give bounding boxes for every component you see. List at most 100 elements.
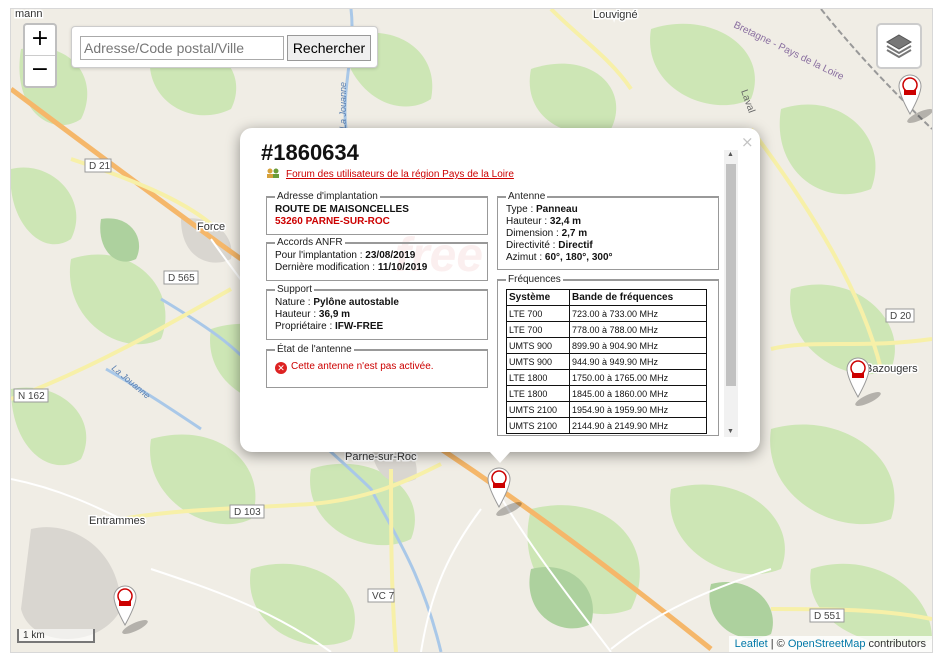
osm-link[interactable]: OpenStreetMap bbox=[788, 638, 866, 650]
place-label-force: Force bbox=[197, 221, 225, 233]
state-legend: État de l'antenne bbox=[277, 344, 352, 355]
place-label-bazougers: Bazougers bbox=[865, 363, 918, 375]
anfr-implant-label: Pour l'implantation : bbox=[275, 250, 366, 261]
frequency-row: UMTS 2100 2144.90 à 2149.90 MHz bbox=[506, 417, 707, 434]
users-icon bbox=[267, 168, 279, 178]
scroll-down-arrow-icon[interactable]: ▼ bbox=[727, 428, 734, 435]
frequencies-table: Système Bande de fréquences LTE 700 723.0… bbox=[506, 289, 707, 434]
road-shield-d103: D 103 bbox=[229, 504, 265, 519]
support-owner-label: Propriétaire : bbox=[275, 321, 336, 332]
address-street: ROUTE DE MAISONCELLES bbox=[275, 204, 409, 215]
frequency-cell-band: 2144.90 à 2149.90 MHz bbox=[569, 417, 707, 434]
scale-bar: 1 km bbox=[17, 629, 95, 643]
support-section: Support Nature : Pylône autostable Haute… bbox=[266, 284, 488, 340]
antenna-type-value: Panneau bbox=[536, 204, 578, 215]
frequency-row: UMTS 900 899.90 à 904.90 MHz bbox=[506, 337, 707, 354]
freq-header-band: Bande de fréquences bbox=[569, 289, 707, 306]
address-city: 53260 PARNE-SUR-ROC bbox=[275, 216, 390, 227]
map-frame: Force Parne-sur-Roc Entrammes Louvigné B… bbox=[10, 8, 933, 653]
frequency-row: LTE 700 778.00 à 788.00 MHz bbox=[506, 321, 707, 338]
search-box: Rechercher bbox=[71, 26, 378, 68]
antenna-id-title: #1860634 bbox=[261, 140, 359, 165]
forum-link[interactable]: Forum des utilisateurs de la région Pays… bbox=[266, 168, 514, 180]
place-label-parne: Parne-sur-Roc bbox=[345, 451, 417, 463]
road-shield-d551: D 551 bbox=[809, 608, 845, 623]
frequency-cell-system: UMTS 900 bbox=[506, 337, 570, 354]
frequency-row: LTE 1800 1750.00 à 1765.00 MHz bbox=[506, 369, 707, 386]
popup-close-button[interactable]: × bbox=[741, 133, 754, 151]
attribution-suffix: contributors bbox=[865, 638, 926, 650]
antenna-legend: Antenne bbox=[508, 191, 546, 202]
support-owner-value: IFW-FREE bbox=[335, 321, 384, 332]
frequency-cell-band: 778.00 à 788.00 MHz bbox=[569, 321, 707, 338]
support-nature-value: Pylône autostable bbox=[313, 297, 399, 308]
zoom-control: + − bbox=[23, 23, 57, 88]
frequency-cell-band: 899.90 à 904.90 MHz bbox=[569, 337, 707, 354]
address-section: Adresse d'implantation ROUTE DE MAISONCE… bbox=[266, 191, 488, 235]
frequency-cell-band: 1845.00 à 1860.00 MHz bbox=[569, 385, 707, 402]
road-shield-vc7: VC 7 bbox=[367, 588, 395, 603]
address-search-input[interactable] bbox=[80, 36, 284, 60]
svg-text:D 21: D 21 bbox=[89, 161, 111, 172]
antenna-dir-label: Directivité : bbox=[506, 240, 559, 251]
svg-text:D 565: D 565 bbox=[168, 273, 195, 284]
place-label-entrammes: Entrammes bbox=[89, 515, 146, 527]
frequency-cell-system: LTE 700 bbox=[506, 305, 570, 322]
frequency-cell-band: 723.00 à 733.00 MHz bbox=[569, 305, 707, 322]
frequency-row: LTE 700 723.00 à 733.00 MHz bbox=[506, 305, 707, 322]
road-shield-d20: D 20 bbox=[885, 308, 915, 323]
frequency-cell-system: LTE 1800 bbox=[506, 385, 570, 402]
frequency-cell-system: LTE 1800 bbox=[506, 369, 570, 386]
place-label-louvigne: Louvigné bbox=[593, 9, 638, 21]
anfr-modif-label: Dernière modification : bbox=[275, 262, 378, 273]
anfr-modif-value: 11/10/2019 bbox=[377, 262, 428, 273]
frequency-row: LTE 1800 1845.00 à 1860.00 MHz bbox=[506, 385, 707, 402]
frequency-cell-band: 1954.90 à 1959.90 MHz bbox=[569, 401, 707, 418]
antenna-dim-value: 2,7 m bbox=[561, 228, 588, 239]
antenna-height-value: 32,4 m bbox=[549, 216, 582, 227]
svg-text:N 162: N 162 bbox=[18, 391, 45, 402]
search-button[interactable]: Rechercher bbox=[287, 35, 371, 61]
popup-scrollbar[interactable]: ▲ ▼ bbox=[724, 150, 738, 437]
frequency-cell-band: 1750.00 à 1765.00 MHz bbox=[569, 369, 707, 386]
zoom-in-button[interactable]: + bbox=[25, 25, 55, 56]
popup-tip bbox=[489, 451, 511, 463]
layers-icon bbox=[886, 34, 912, 59]
zoom-out-button[interactable]: − bbox=[25, 56, 55, 86]
antenna-dim-label: Dimension : bbox=[506, 228, 562, 239]
road-shield-d21: D 21 bbox=[84, 158, 112, 173]
attribution-separator: | © bbox=[767, 638, 788, 650]
leaflet-link[interactable]: Leaflet bbox=[735, 638, 768, 650]
frequency-cell-system: UMTS 900 bbox=[506, 353, 570, 370]
scrollbar-thumb[interactable] bbox=[726, 164, 736, 386]
partial-place-label: mann bbox=[15, 9, 43, 20]
frequency-cell-system: LTE 700 bbox=[506, 321, 570, 338]
support-height-label: Hauteur : bbox=[275, 309, 319, 320]
frequency-cell-band: 944.90 à 949.90 MHz bbox=[569, 353, 707, 370]
antenna-az-label: Azimut : bbox=[506, 252, 545, 263]
road-shield-d565: D 565 bbox=[163, 270, 199, 285]
frequencies-section: Fréquences Système Bande de fréquences L… bbox=[497, 274, 719, 436]
road-shield-n162: N 162 bbox=[13, 388, 49, 403]
svg-text:VC 7: VC 7 bbox=[372, 591, 395, 602]
river-label: La Jouanne bbox=[338, 82, 348, 129]
map-attribution: Leaflet | © OpenStreetMap contributors bbox=[728, 636, 932, 652]
anfr-section: Accords ANFR Pour l'implantation : 23/08… bbox=[266, 237, 488, 281]
antenna-dir-value: Directif bbox=[558, 240, 593, 251]
freq-header-system: Système bbox=[506, 289, 570, 306]
frequency-cell-system: UMTS 2100 bbox=[506, 401, 570, 418]
antenna-height-label: Hauteur : bbox=[506, 216, 550, 227]
state-text: Cette antenne n'est pas activée. bbox=[291, 361, 434, 372]
address-legend: Adresse d'implantation bbox=[277, 191, 378, 202]
antenna-type-label: Type : bbox=[506, 204, 537, 215]
support-legend: Support bbox=[277, 284, 313, 295]
layers-control-button[interactable] bbox=[876, 23, 922, 69]
svg-text:D 103: D 103 bbox=[234, 507, 261, 518]
scroll-up-arrow-icon[interactable]: ▲ bbox=[727, 151, 734, 158]
state-section: État de l'antenne ✕ Cette antenne n'est p… bbox=[266, 344, 488, 388]
svg-text:D 20: D 20 bbox=[890, 311, 912, 322]
frequency-row: UMTS 900 944.90 à 949.90 MHz bbox=[506, 353, 707, 370]
forum-link-text: Forum des utilisateurs de la région Pays… bbox=[286, 169, 514, 180]
frequency-row: UMTS 2100 1954.90 à 1959.90 MHz bbox=[506, 401, 707, 418]
not-active-icon: ✕ bbox=[275, 362, 287, 374]
